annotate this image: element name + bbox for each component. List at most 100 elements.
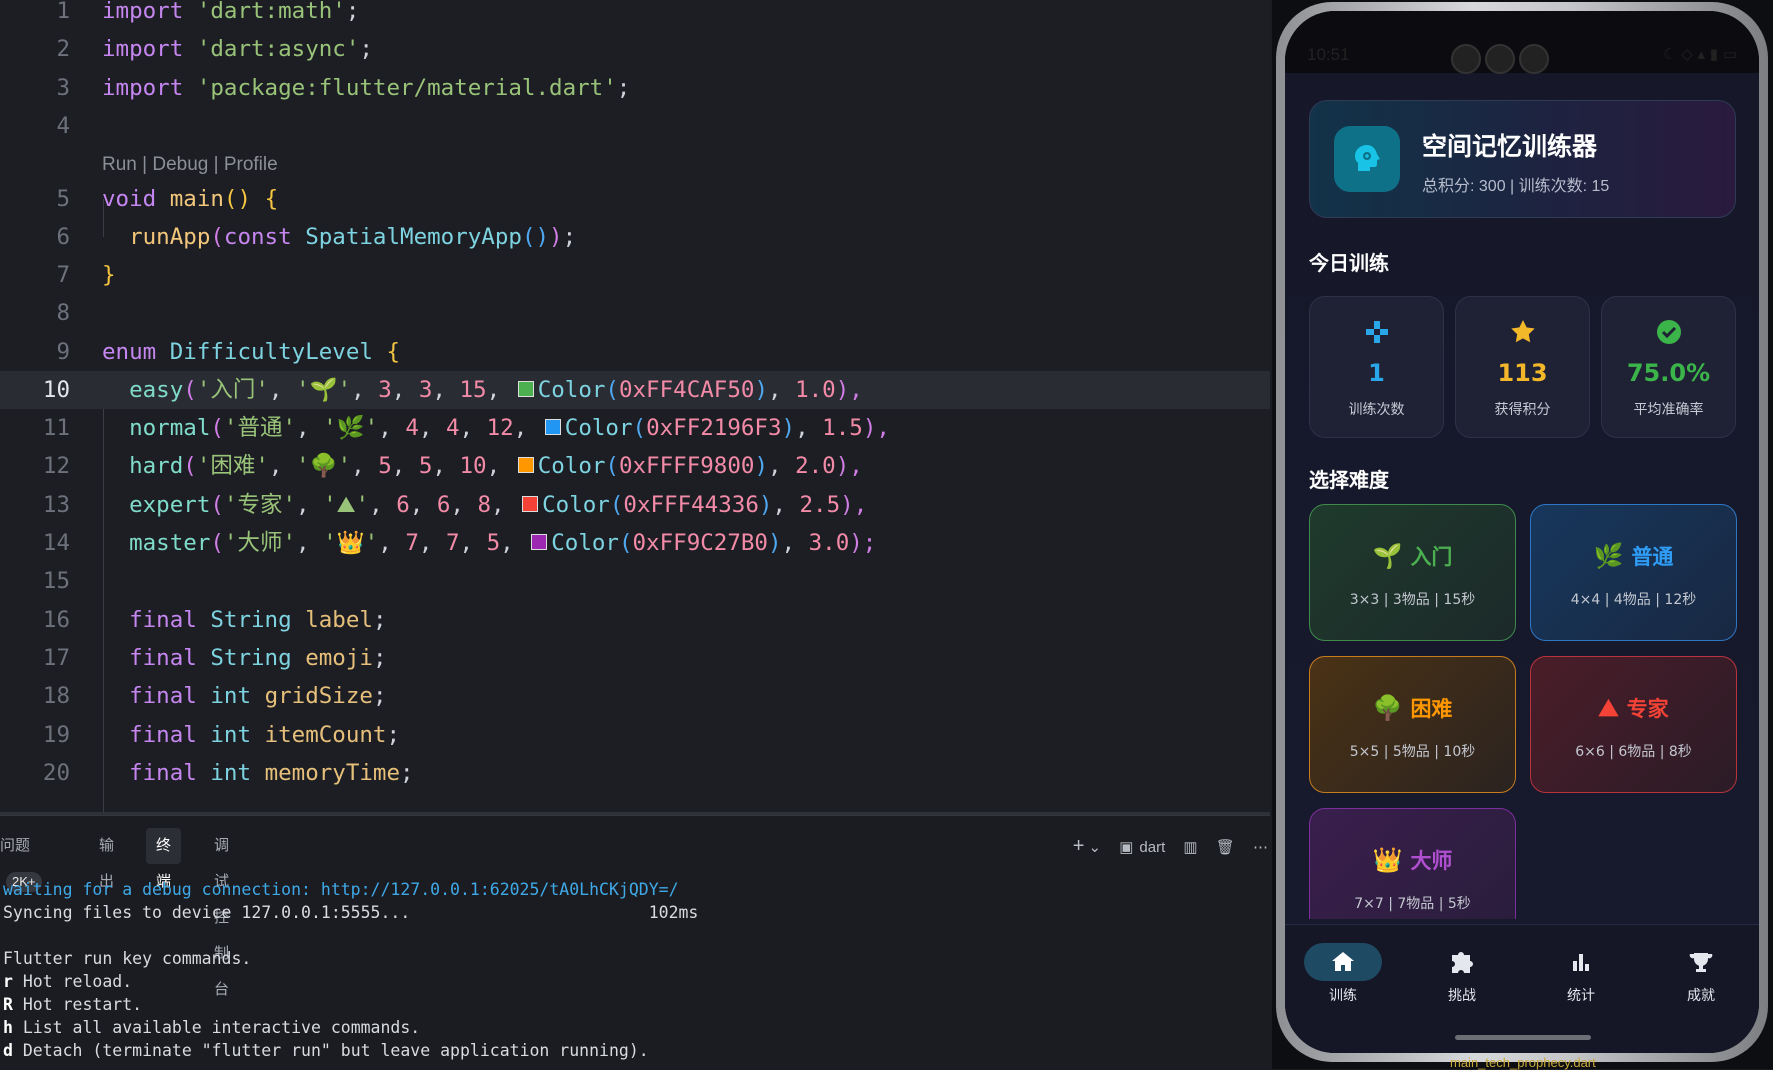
status-icons: ☾ ◇ ▴ ▮ ▭ — [1662, 45, 1737, 63]
stat-value: 75.0% — [1626, 359, 1711, 387]
nav-item-stats[interactable]: 统计 — [1531, 943, 1631, 1005]
stat-value: 1 — [1368, 359, 1385, 387]
code-line: 6 runApp(const SpatialMemoryApp()); — [56, 224, 577, 250]
stat-card-sessions: 1 训练次数 — [1309, 296, 1444, 438]
code-line: 5 void main() { — [56, 186, 279, 212]
color-swatch[interactable] — [517, 456, 534, 473]
nav-item-training[interactable]: 训练 — [1293, 943, 1393, 1005]
difficulty-desc: 6×6 | 6物品 | 8秒 — [1575, 744, 1692, 760]
difficulty-card-expert[interactable]: ⛰ 专家 6×6 | 6物品 | 8秒 — [1530, 656, 1737, 793]
bar-chart-icon — [1542, 943, 1620, 981]
nav-label: 训练 — [1329, 988, 1357, 1004]
camera-icon — [1451, 44, 1481, 74]
tab-terminal[interactable]: 终端 — [146, 828, 182, 890]
terminal-output[interactable]: waiting for a debug connection: http://1… — [3, 878, 698, 1062]
difficulty-desc: 4×4 | 4物品 | 12秒 — [1570, 592, 1697, 608]
codelens-run-debug-profile[interactable]: Run | Debug | Profile — [102, 150, 278, 180]
terminal-key: h — [3, 1018, 13, 1037]
gamepad-icon — [1310, 317, 1443, 347]
herb-icon: 🌿 — [1593, 542, 1624, 570]
color-swatch[interactable] — [522, 495, 539, 512]
color-swatch[interactable] — [517, 380, 534, 397]
difficulty-name: 专家 — [1626, 697, 1669, 721]
code-line: 18 final int gridSize; — [42, 683, 387, 709]
tree-icon: 🌳 — [1372, 694, 1403, 722]
stat-label: 获得积分 — [1494, 402, 1551, 418]
terminal-icon[interactable]: ▣ — [1119, 839, 1133, 856]
trophy-icon — [1662, 943, 1740, 981]
status-time: 10:51 — [1307, 45, 1350, 64]
code-line: 7} — [56, 262, 116, 288]
nav-label: 挑战 — [1448, 988, 1476, 1004]
terminal-line: Hot reload. — [12, 972, 133, 991]
nav-label: 成就 — [1687, 988, 1715, 1004]
header-card: 空间记忆训练器 总积分: 300 | 训练次数: 15 — [1309, 100, 1736, 218]
code-line: 11 normal('普通', '🌿', 4, 4, 12, Color(0xF… — [42, 415, 890, 441]
section-title-difficulty: 选择难度 — [1309, 468, 1389, 492]
difficulty-card-master[interactable]: 👑 大师 7×7 | 7物品 | 5秒 — [1309, 808, 1516, 919]
nav-item-challenge[interactable]: 挑战 — [1412, 943, 1512, 1005]
background-file-tab: main_tech_prophecy.dart — [1450, 1055, 1596, 1070]
status-bar: 10:51 ☾ ◇ ▴ ▮ ▭ — [1285, 11, 1759, 74]
code-line: 1 import 'dart:math'; — [56, 0, 360, 24]
terminal-line: List all available interactive commands. — [12, 1018, 421, 1037]
puzzle-icon — [1423, 943, 1501, 981]
code-line: 8 — [56, 300, 70, 326]
app-root: 10:51 ☾ ◇ ▴ ▮ ▭ 空间记忆训练器 总积分: 300 | 训练次数:… — [1285, 11, 1759, 1053]
nav-item-achievements[interactable]: 成就 — [1651, 943, 1751, 1005]
chevron-down-icon[interactable]: ⌄ — [1088, 839, 1101, 856]
code-editor[interactable]: 1 import 'dart:math'; 2 import 'dart:async… — [0, 0, 1270, 815]
terminal-key: R — [3, 995, 13, 1014]
difficulty-desc: 7×7 | 7物品 | 5秒 — [1354, 896, 1471, 912]
trash-icon[interactable]: 🗑 — [1216, 839, 1235, 856]
code-line: 15 — [42, 568, 70, 594]
difficulty-card-hard[interactable]: 🌳 困难 5×5 | 5物品 | 10秒 — [1309, 656, 1516, 793]
stat-card-points: 113 获得积分 — [1455, 296, 1590, 438]
app-title: 空间记忆训练器 — [1422, 132, 1598, 161]
code-line: 17 final String emoji; — [42, 645, 387, 671]
stat-value: 113 — [1497, 359, 1548, 387]
difficulty-card-normal[interactable]: 🌿 普通 4×4 | 4物品 | 12秒 — [1530, 504, 1737, 641]
difficulty-card-easy[interactable]: 🌱 入门 3×3 | 3物品 | 15秒 — [1309, 504, 1516, 641]
nav-label: 统计 — [1567, 988, 1595, 1004]
split-terminal-icon[interactable]: ▥ — [1183, 839, 1197, 856]
add-terminal-icon[interactable]: + — [1073, 835, 1085, 857]
home-indicator[interactable] — [1455, 1035, 1591, 1040]
code-line: 13 expert('专家', '⛰', 6, 6, 8, Color(0xFF… — [42, 492, 868, 518]
tab-debug-console[interactable]: 调试控制台 — [214, 828, 229, 998]
color-swatch[interactable] — [544, 418, 561, 435]
stat-card-accuracy: 75.0% 平均准确率 — [1601, 296, 1736, 438]
code-line: 14 master('大师', '👑', 7, 7, 5, Color(0xFF… — [42, 530, 877, 556]
mountain-icon: ⛰ — [1598, 694, 1619, 722]
tab-output[interactable]: 输出 — [99, 828, 114, 890]
bottom-panel: 问题2K+ 输出 终端 调试控制台 + ⌄ ▣ dart ▥ 🗑 ⋯ waiting… — [0, 815, 1270, 1070]
app-subtitle: 总积分: 300 | 训练次数: 15 — [1422, 178, 1610, 195]
camera-icon — [1519, 44, 1549, 74]
code-line: 16 final String label; — [42, 607, 387, 633]
bottom-navigation: 训练 挑战 统计 成就 — [1285, 924, 1759, 1053]
code-line: 4 — [56, 113, 70, 139]
star-icon — [1456, 317, 1589, 347]
terminal-line: Flutter run key commands. — [3, 949, 252, 968]
code-line-current: 10 easy('入门', '🌱', 3, 3, 15, Color(0xFF4… — [0, 371, 1270, 409]
terminal-line: Hot restart. — [12, 995, 143, 1014]
difficulty-desc: 5×5 | 5物品 | 10秒 — [1349, 744, 1476, 760]
terminal-line: Detach (terminate "flutter run" but leav… — [12, 1041, 649, 1060]
code-line: 2 import 'dart:async'; — [56, 36, 373, 62]
crown-icon: 👑 — [1372, 846, 1403, 874]
tab-problems[interactable]: 问题2K+ — [0, 828, 42, 892]
camera-icon — [1485, 44, 1515, 74]
color-swatch[interactable] — [531, 533, 548, 550]
check-circle-icon — [1602, 317, 1735, 347]
difficulty-desc: 3×3 | 3物品 | 15秒 — [1349, 592, 1476, 608]
more-icon[interactable]: ⋯ — [1253, 839, 1268, 856]
brain-settings-icon — [1334, 126, 1400, 192]
stat-label: 训练次数 — [1348, 402, 1405, 418]
phone-screen: 10:51 ☾ ◇ ▴ ▮ ▭ 空间记忆训练器 总积分: 300 | 训练次数:… — [1285, 11, 1759, 1053]
difficulty-name: 入门 — [1410, 545, 1453, 569]
device-emulator: 10:51 ☾ ◇ ▴ ▮ ▭ 空间记忆训练器 总积分: 300 | 训练次数:… — [1272, 0, 1773, 1069]
terminal-shell-label[interactable]: dart — [1139, 839, 1165, 856]
stat-label: 平均准确率 — [1633, 402, 1704, 418]
code-line: 12 hard('困难', '🌳', 5, 5, 10, Color(0xFFF… — [42, 453, 863, 479]
code-line: 19 final int itemCount; — [42, 722, 401, 748]
